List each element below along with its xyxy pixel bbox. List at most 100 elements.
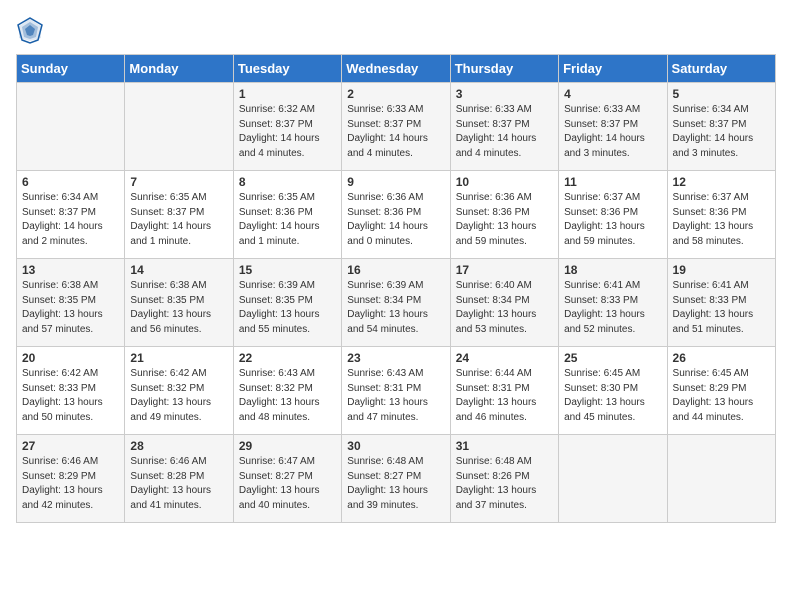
day-info: Sunrise: 6:36 AM Sunset: 8:36 PM Dayligh… bbox=[456, 191, 553, 249]
calendar-cell bbox=[559, 435, 667, 523]
day-info: Sunrise: 6:42 AM Sunset: 8:32 PM Dayligh… bbox=[130, 367, 227, 425]
day-info: Sunrise: 6:40 AM Sunset: 8:34 PM Dayligh… bbox=[456, 279, 553, 337]
day-number: 21 bbox=[130, 351, 227, 365]
calendar-cell: 12Sunrise: 6:37 AM Sunset: 8:36 PM Dayli… bbox=[667, 171, 775, 259]
calendar-cell: 18Sunrise: 6:41 AM Sunset: 8:33 PM Dayli… bbox=[559, 259, 667, 347]
day-info: Sunrise: 6:43 AM Sunset: 8:32 PM Dayligh… bbox=[239, 367, 336, 425]
calendar-cell: 17 Sunrise: 6:40 AM Sunset: 8:34 PM Dayli… bbox=[450, 259, 558, 347]
day-info: Sunrise: 6:41 AM Sunset: 8:33 PM Dayligh… bbox=[564, 279, 661, 337]
calendar-cell: 3Sunrise: 6:33 AM Sunset: 8:37 PM Daylig… bbox=[450, 83, 558, 171]
day-number: 29 bbox=[239, 439, 336, 453]
logo-icon bbox=[16, 16, 44, 44]
day-info: Sunrise: 6:47 AM Sunset: 8:27 PM Dayligh… bbox=[239, 455, 336, 513]
day-info: Sunrise: 6:38 AM Sunset: 8:35 PM Dayligh… bbox=[22, 279, 119, 337]
day-number: 14 bbox=[130, 263, 227, 277]
calendar-cell: 6 Sunrise: 6:34 AM Sunset: 8:37 PM Daylig… bbox=[17, 171, 125, 259]
col-saturday: Saturday bbox=[667, 55, 775, 83]
col-wednesday: Wednesday bbox=[342, 55, 450, 83]
col-tuesday: Tuesday bbox=[233, 55, 341, 83]
calendar-header: Sunday Monday Tuesday Wednesday Thursday… bbox=[17, 55, 776, 83]
logo bbox=[16, 16, 48, 44]
day-info: Sunrise: 6:39 AM Sunset: 8:34 PM Dayligh… bbox=[347, 279, 444, 337]
day-number: 19 bbox=[673, 263, 770, 277]
day-info: Sunrise: 6:34 AM Sunset: 8:37 PM Dayligh… bbox=[673, 103, 770, 161]
day-number: 27 bbox=[22, 439, 119, 453]
day-number: 16 bbox=[347, 263, 444, 277]
calendar-cell: 14 Sunrise: 6:38 AM Sunset: 8:35 PM Dayli… bbox=[125, 259, 233, 347]
day-info: Sunrise: 6:33 AM Sunset: 8:37 PM Dayligh… bbox=[456, 103, 553, 161]
day-info: Sunrise: 6:45 AM Sunset: 8:29 PM Dayligh… bbox=[673, 367, 770, 425]
calendar-cell: 26Sunrise: 6:45 AM Sunset: 8:29 PM Dayli… bbox=[667, 347, 775, 435]
day-number: 30 bbox=[347, 439, 444, 453]
day-info: Sunrise: 6:37 AM Sunset: 8:36 PM Dayligh… bbox=[564, 191, 661, 249]
calendar-week-2: 6 Sunrise: 6:34 AM Sunset: 8:37 PM Daylig… bbox=[17, 171, 776, 259]
calendar-table: Sunday Monday Tuesday Wednesday Thursday… bbox=[16, 54, 776, 523]
day-info: Sunrise: 6:48 AM Sunset: 8:26 PM Dayligh… bbox=[456, 455, 553, 513]
calendar-body: 1Sunrise: 6:32 AM Sunset: 8:37 PM Daylig… bbox=[17, 83, 776, 523]
day-info: Sunrise: 6:33 AM Sunset: 8:37 PM Dayligh… bbox=[347, 103, 444, 161]
day-info: Sunrise: 6:35 AM Sunset: 8:37 PM Dayligh… bbox=[130, 191, 227, 249]
day-info: Sunrise: 6:46 AM Sunset: 8:29 PM Dayligh… bbox=[22, 455, 119, 513]
day-info: Sunrise: 6:39 AM Sunset: 8:35 PM Dayligh… bbox=[239, 279, 336, 337]
calendar-cell bbox=[125, 83, 233, 171]
day-number: 9 bbox=[347, 175, 444, 189]
day-info: Sunrise: 6:48 AM Sunset: 8:27 PM Dayligh… bbox=[347, 455, 444, 513]
calendar-cell: 25 Sunrise: 6:45 AM Sunset: 8:30 PM Dayli… bbox=[559, 347, 667, 435]
calendar-cell: 24 Sunrise: 6:44 AM Sunset: 8:31 PM Dayli… bbox=[450, 347, 558, 435]
day-info: Sunrise: 6:46 AM Sunset: 8:28 PM Dayligh… bbox=[130, 455, 227, 513]
calendar-cell: 19 Sunrise: 6:41 AM Sunset: 8:33 PM Dayli… bbox=[667, 259, 775, 347]
day-number: 31 bbox=[456, 439, 553, 453]
day-info: Sunrise: 6:45 AM Sunset: 8:30 PM Dayligh… bbox=[564, 367, 661, 425]
day-number: 23 bbox=[347, 351, 444, 365]
day-info: Sunrise: 6:42 AM Sunset: 8:33 PM Dayligh… bbox=[22, 367, 119, 425]
day-number: 6 bbox=[22, 175, 119, 189]
calendar-cell: 30 Sunrise: 6:48 AM Sunset: 8:27 PM Dayli… bbox=[342, 435, 450, 523]
day-number: 2 bbox=[347, 87, 444, 101]
day-number: 10 bbox=[456, 175, 553, 189]
header bbox=[16, 16, 776, 44]
calendar-cell: 1Sunrise: 6:32 AM Sunset: 8:37 PM Daylig… bbox=[233, 83, 341, 171]
calendar-week-1: 1Sunrise: 6:32 AM Sunset: 8:37 PM Daylig… bbox=[17, 83, 776, 171]
day-number: 11 bbox=[564, 175, 661, 189]
calendar-cell: 27 Sunrise: 6:46 AM Sunset: 8:29 PM Dayli… bbox=[17, 435, 125, 523]
calendar-cell: 7 Sunrise: 6:35 AM Sunset: 8:37 PM Daylig… bbox=[125, 171, 233, 259]
day-number: 7 bbox=[130, 175, 227, 189]
day-info: Sunrise: 6:44 AM Sunset: 8:31 PM Dayligh… bbox=[456, 367, 553, 425]
day-number: 24 bbox=[456, 351, 553, 365]
day-info: Sunrise: 6:38 AM Sunset: 8:35 PM Dayligh… bbox=[130, 279, 227, 337]
col-sunday: Sunday bbox=[17, 55, 125, 83]
calendar-cell: 20Sunrise: 6:42 AM Sunset: 8:33 PM Dayli… bbox=[17, 347, 125, 435]
calendar-cell: 21 Sunrise: 6:42 AM Sunset: 8:32 PM Dayli… bbox=[125, 347, 233, 435]
day-number: 8 bbox=[239, 175, 336, 189]
day-info: Sunrise: 6:36 AM Sunset: 8:36 PM Dayligh… bbox=[347, 191, 444, 249]
day-number: 22 bbox=[239, 351, 336, 365]
calendar-cell: 31 Sunrise: 6:48 AM Sunset: 8:26 PM Dayli… bbox=[450, 435, 558, 523]
calendar-cell bbox=[667, 435, 775, 523]
calendar-cell: 2 Sunrise: 6:33 AM Sunset: 8:37 PM Daylig… bbox=[342, 83, 450, 171]
day-info: Sunrise: 6:43 AM Sunset: 8:31 PM Dayligh… bbox=[347, 367, 444, 425]
calendar-cell: 8 Sunrise: 6:35 AM Sunset: 8:36 PM Daylig… bbox=[233, 171, 341, 259]
day-info: Sunrise: 6:41 AM Sunset: 8:33 PM Dayligh… bbox=[673, 279, 770, 337]
day-number: 28 bbox=[130, 439, 227, 453]
col-monday: Monday bbox=[125, 55, 233, 83]
calendar-week-3: 13 Sunrise: 6:38 AM Sunset: 8:35 PM Dayli… bbox=[17, 259, 776, 347]
day-number: 25 bbox=[564, 351, 661, 365]
day-info: Sunrise: 6:34 AM Sunset: 8:37 PM Dayligh… bbox=[22, 191, 119, 249]
day-info: Sunrise: 6:35 AM Sunset: 8:36 PM Dayligh… bbox=[239, 191, 336, 249]
day-number: 15 bbox=[239, 263, 336, 277]
day-number: 13 bbox=[22, 263, 119, 277]
day-number: 17 bbox=[456, 263, 553, 277]
calendar-week-5: 27 Sunrise: 6:46 AM Sunset: 8:29 PM Dayli… bbox=[17, 435, 776, 523]
calendar-cell: 28 Sunrise: 6:46 AM Sunset: 8:28 PM Dayli… bbox=[125, 435, 233, 523]
day-info: Sunrise: 6:37 AM Sunset: 8:36 PM Dayligh… bbox=[673, 191, 770, 249]
day-number: 1 bbox=[239, 87, 336, 101]
day-number: 5 bbox=[673, 87, 770, 101]
day-info: Sunrise: 6:33 AM Sunset: 8:37 PM Dayligh… bbox=[564, 103, 661, 161]
calendar-cell: 16 Sunrise: 6:39 AM Sunset: 8:34 PM Dayli… bbox=[342, 259, 450, 347]
calendar-cell: 5 Sunrise: 6:34 AM Sunset: 8:37 PM Daylig… bbox=[667, 83, 775, 171]
calendar-cell: 23 Sunrise: 6:43 AM Sunset: 8:31 PM Dayli… bbox=[342, 347, 450, 435]
calendar-cell: 10 Sunrise: 6:36 AM Sunset: 8:36 PM Dayli… bbox=[450, 171, 558, 259]
calendar-cell bbox=[17, 83, 125, 171]
calendar-cell: 29 Sunrise: 6:47 AM Sunset: 8:27 PM Dayli… bbox=[233, 435, 341, 523]
calendar-cell: 9 Sunrise: 6:36 AM Sunset: 8:36 PM Daylig… bbox=[342, 171, 450, 259]
